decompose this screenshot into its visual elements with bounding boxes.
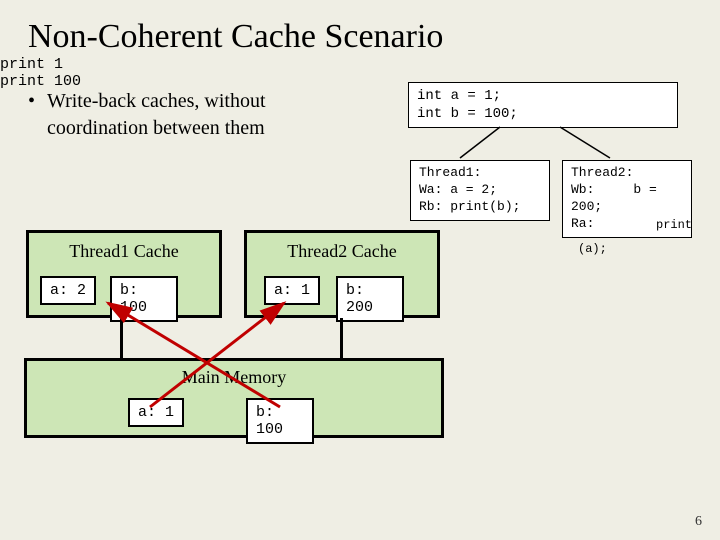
cache2-cell-b: b: 200: [336, 276, 404, 322]
bullet-dot: •: [28, 88, 42, 115]
output-print-1: print 1: [0, 56, 720, 73]
cache2-title: Thread2 Cache: [247, 233, 437, 262]
connector-2: [340, 318, 343, 358]
extra-print: print: [656, 218, 692, 232]
memory-cell-b: b: 100: [246, 398, 314, 444]
memory-title: Main Memory: [27, 361, 441, 388]
cache2-cell-a: a: 1: [264, 276, 320, 305]
extra-print-a: (a);: [578, 242, 607, 256]
page-number: 6: [695, 514, 702, 530]
memory-cell-a: a: 1: [128, 398, 184, 427]
main-memory: Main Memory: [24, 358, 444, 438]
code-globals: int a = 1; int b = 100;: [408, 82, 678, 128]
cache1-cell-b: b: 100: [110, 276, 178, 322]
connector-1: [120, 318, 123, 358]
slide-title: Non-Coherent Cache Scenario: [0, 0, 720, 56]
cache1-cell-a: a: 2: [40, 276, 96, 305]
bullet-item: • Write-back caches, without coordinatio…: [28, 88, 368, 142]
code-thread1: Thread1: Wa: a = 2; Rb: print(b);: [410, 160, 550, 221]
bullet-text: Write-back caches, without coordination …: [47, 88, 357, 142]
cache1-title: Thread1 Cache: [29, 233, 219, 262]
